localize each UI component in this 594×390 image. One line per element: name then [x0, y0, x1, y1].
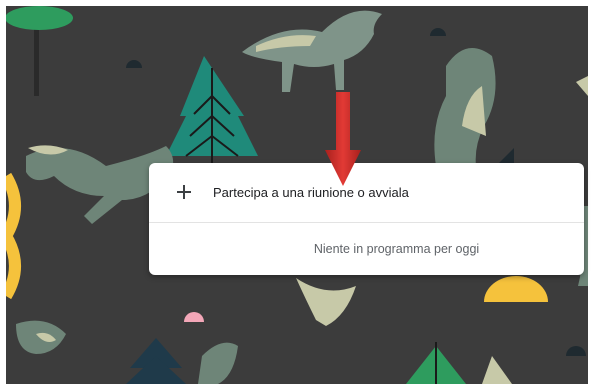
down-arrow-icon	[325, 92, 361, 186]
no-meetings-message: Niente in programma per oggi	[313, 242, 480, 256]
join-or-start-meeting-label: Partecipa a una riunione o avviala	[213, 184, 409, 200]
join-or-start-meeting-button[interactable]: Partecipa a una riunione o avviala	[149, 163, 584, 221]
meeting-panel: Partecipa a una riunione o avviala Nient…	[149, 163, 584, 275]
plus-icon	[177, 185, 191, 199]
